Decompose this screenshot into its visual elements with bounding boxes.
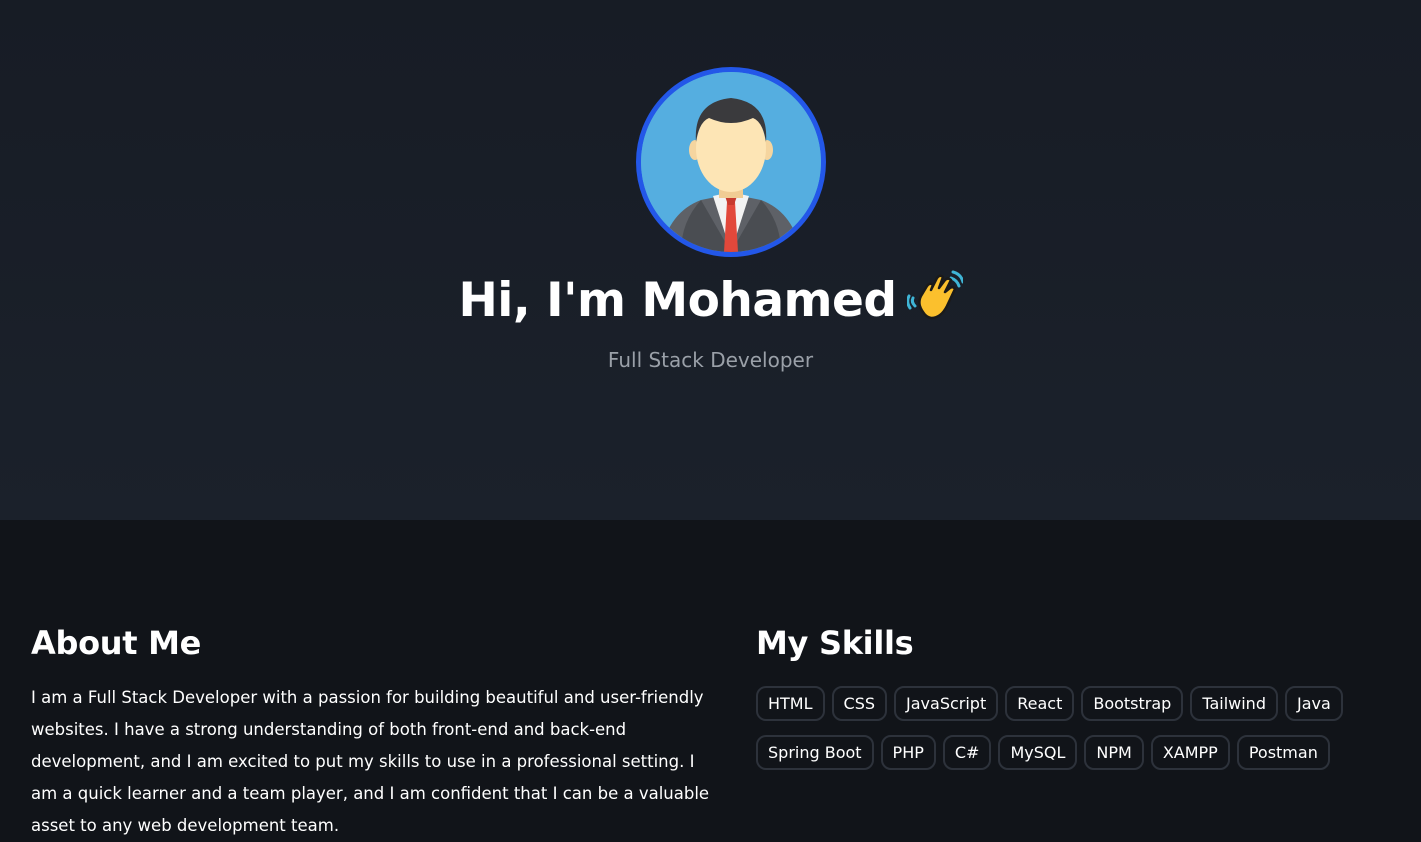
skill-chip: Tailwind — [1190, 686, 1278, 721]
about-title: About Me — [31, 624, 202, 662]
hero-section: Hi, I'm Mohamed Full Stack Developer — [0, 0, 1421, 520]
avatar — [636, 67, 826, 257]
skill-chip: Java — [1284, 686, 1343, 721]
waving-hand-icon — [905, 268, 965, 324]
skill-chip: React — [1005, 686, 1075, 721]
skills-title: My Skills — [756, 624, 914, 662]
skill-chip: MySQL — [998, 735, 1078, 770]
skill-chip: XAMPP — [1150, 735, 1230, 770]
skill-chip: CSS — [831, 686, 888, 721]
skills-list: HTML CSS JavaScript React Bootstrap Tail… — [756, 686, 1396, 770]
hero-subtitle: Full Stack Developer — [607, 348, 814, 372]
page-title: Hi, I'm Mohamed — [0, 268, 1421, 328]
skill-chip: Postman — [1236, 735, 1330, 770]
businessman-avatar-icon — [641, 72, 821, 252]
skills-section: My Skills HTML CSS JavaScript React Boot… — [756, 624, 1396, 770]
skill-chip: PHP — [880, 735, 936, 770]
skill-chip: C# — [942, 735, 992, 770]
about-section: About Me I am a Full Stack Developer wit… — [31, 624, 711, 842]
about-text: I am a Full Stack Developer with a passi… — [31, 688, 710, 835]
skill-chip: Spring Boot — [756, 735, 874, 770]
skill-chip: NPM — [1084, 735, 1144, 770]
skill-chip: Bootstrap — [1081, 686, 1184, 721]
skill-chip: HTML — [756, 686, 825, 721]
skill-chip: JavaScript — [894, 686, 999, 721]
